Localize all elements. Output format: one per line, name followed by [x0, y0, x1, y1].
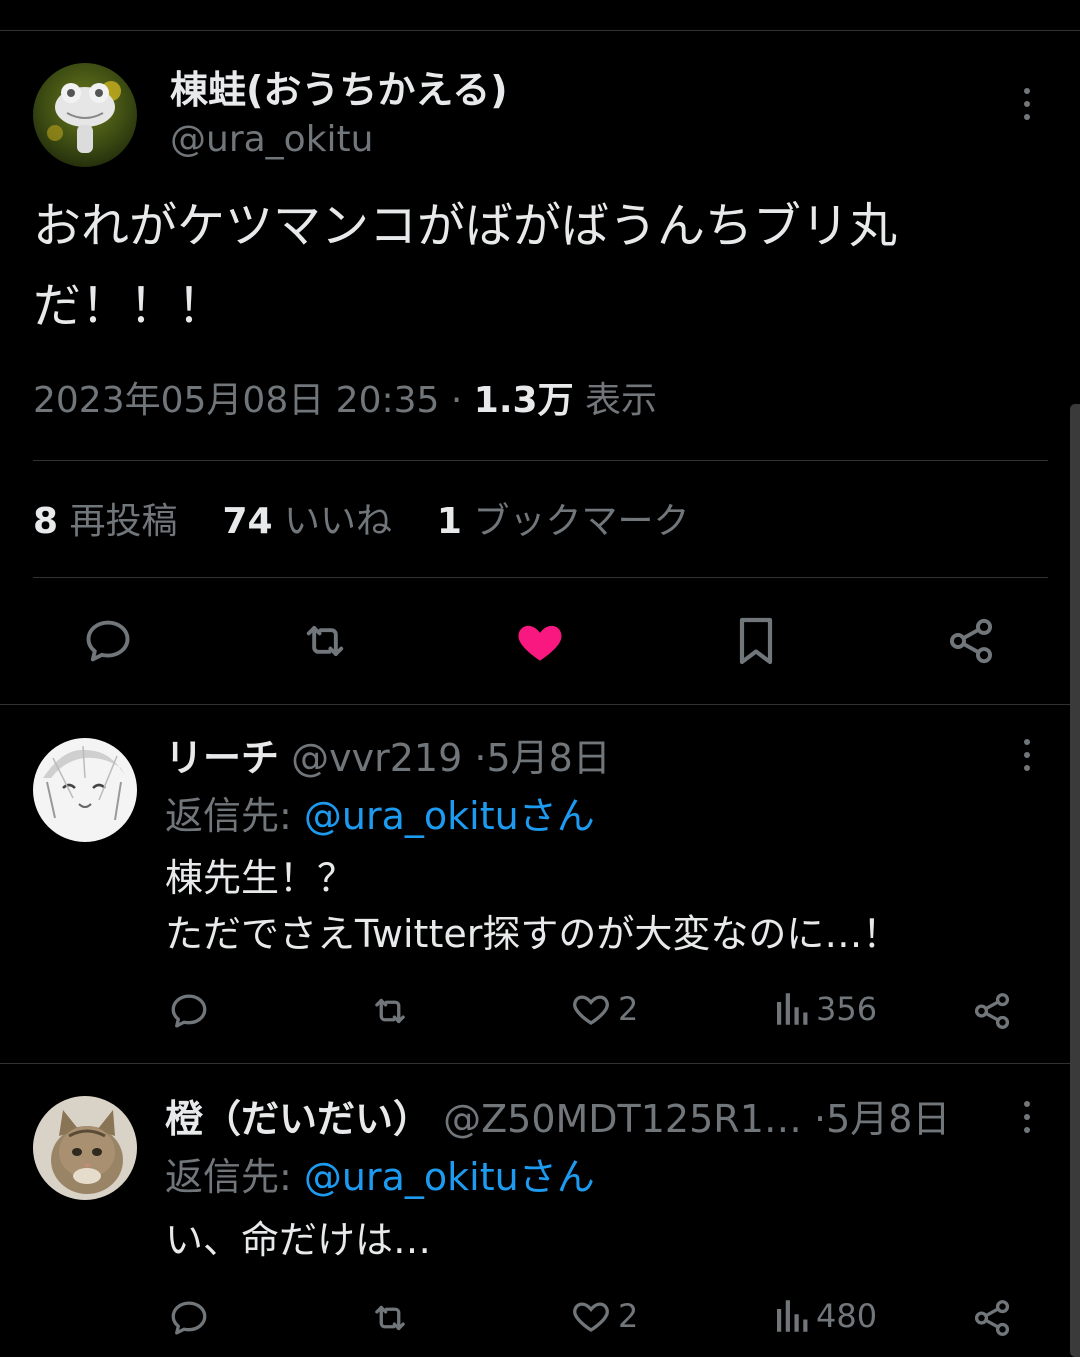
reply-1-like-button[interactable]: 2: [570, 988, 638, 1030]
reply-2-replying-to: 返信先: @ura_okituさん: [165, 1152, 595, 1202]
tweet-text-line-1: おれがケツマンコがばがばうんちブリ丸: [33, 198, 898, 254]
reply-1-avatar[interactable]: [33, 738, 137, 842]
reply-2-reply-to-label: 返信先:: [165, 1155, 292, 1199]
reply-2-reply-icon[interactable]: [168, 1297, 210, 1339]
reply-1-heart-icon: [570, 988, 612, 1030]
reply-2-repost-icon[interactable]: [367, 1297, 413, 1339]
repost-icon[interactable]: [297, 615, 353, 667]
reply-1-like-count: 2: [618, 990, 639, 1028]
reply-1-views-icon: [772, 988, 810, 1030]
reply-2-heart-icon: [570, 1295, 612, 1337]
reply-2-more-options-icon[interactable]: [1021, 1101, 1033, 1133]
reply-1-reply-icon[interactable]: [168, 990, 210, 1032]
reply-2-reply-to-handle[interactable]: @ura_okituさん: [304, 1155, 595, 1199]
reply-2-text-line-1: い、命だけは…: [165, 1218, 432, 1262]
reply-2-views-count: 480: [816, 1297, 878, 1335]
more-options-icon[interactable]: [1021, 88, 1033, 120]
tweet-text-line-2: だ！！！: [33, 278, 226, 334]
reply-1-text-line-2: ただでさえTwitter探すのが大変なのに…！: [165, 912, 901, 956]
reply-1-reply-to-label: 返信先:: [165, 794, 292, 838]
reply-2-share-icon[interactable]: [971, 1297, 1013, 1339]
reply-2-like-button[interactable]: 2: [570, 1295, 638, 1337]
reply-1-display-name[interactable]: リーチ: [165, 736, 279, 780]
reply-2-like-count: 2: [618, 1297, 639, 1335]
reply-1-replying-to: 返信先: @ura_okituさん: [165, 791, 595, 841]
actions-divider: [0, 704, 1070, 705]
reply-2-reply-to-suffix: さん: [518, 1155, 595, 1199]
reply-1-views-count: 356: [816, 990, 878, 1028]
like-icon[interactable]: [513, 615, 567, 667]
bookmarks-label: ブックマーク: [473, 501, 690, 542]
reply-1-repost-icon[interactable]: [367, 990, 413, 1032]
meta-dot: ·: [450, 380, 463, 421]
reply-1-share-icon[interactable]: [971, 990, 1013, 1032]
top-divider: [0, 30, 1080, 31]
reply-1-handle[interactable]: @vvr219: [291, 736, 462, 780]
reply-2-reply-to-handle-text: @ura_okitu: [303, 1155, 519, 1199]
reply-1-reply-to-handle-text: @ura_okitu: [303, 794, 519, 838]
views-label: 表示: [585, 380, 658, 421]
author-display-name[interactable]: 棟蛙(おうちかえる): [170, 66, 508, 114]
reply-2-dot: ·: [813, 1097, 827, 1141]
views-count: 1.3万: [473, 380, 574, 421]
share-icon[interactable]: [945, 615, 997, 667]
author-avatar[interactable]: [33, 63, 137, 167]
stats-divider: [33, 577, 1048, 578]
tweet-timestamp[interactable]: 2023年05月08日 20:35: [33, 380, 439, 421]
reply-2-views-icon: [772, 1295, 810, 1337]
reply-2-display-name[interactable]: 橙（だいだい）: [165, 1097, 431, 1141]
reply-icon[interactable]: [82, 615, 134, 667]
tweet-meta: 2023年05月08日 20:35 · 1.3万 表示: [33, 376, 657, 426]
reply-2-date[interactable]: 5月8日: [826, 1097, 950, 1141]
scrollbar[interactable]: [1070, 404, 1080, 1357]
bookmarks-count: 1: [436, 501, 462, 542]
reply-1-views[interactable]: 356: [772, 988, 877, 1030]
reply-1-reply-to-suffix: さん: [518, 794, 595, 838]
likes-count: 74: [222, 501, 273, 542]
likes-label: いいね: [284, 501, 393, 542]
reposts-count: 8: [33, 501, 59, 542]
reply-1-reply-to-handle[interactable]: @ura_okituさん: [304, 794, 595, 838]
bookmark-icon[interactable]: [732, 613, 780, 669]
likes-stat[interactable]: 74 いいね: [222, 501, 403, 542]
reply-2-views[interactable]: 480: [772, 1295, 877, 1337]
reply-1-more-options-icon[interactable]: [1021, 739, 1033, 771]
author-handle[interactable]: @ura_okitu: [170, 116, 373, 164]
meta-divider: [33, 460, 1048, 461]
reply-1-date[interactable]: 5月8日: [486, 736, 610, 780]
reply-1-text-line-1: 棟先生！？: [165, 856, 356, 900]
engagement-stats: 8 再投稿 74 いいね 1 ブックマーク: [33, 497, 689, 547]
reply-2-handle[interactable]: @Z50MDT125R1…: [443, 1097, 802, 1141]
reposts-label: 再投稿: [69, 501, 178, 542]
reply-1-divider: [0, 1063, 1070, 1064]
reply-2-avatar[interactable]: [33, 1096, 137, 1200]
reply-1-header: リーチ @vvr219 ·5月8日: [165, 733, 611, 783]
bookmarks-stat[interactable]: 1 ブックマーク: [437, 501, 690, 542]
reply-2-header: 橙（だいだい） @Z50MDT125R1… ·5月8日: [165, 1094, 950, 1144]
reposts-stat[interactable]: 8 再投稿: [33, 501, 189, 542]
reply-1-dot: ·: [474, 736, 487, 780]
